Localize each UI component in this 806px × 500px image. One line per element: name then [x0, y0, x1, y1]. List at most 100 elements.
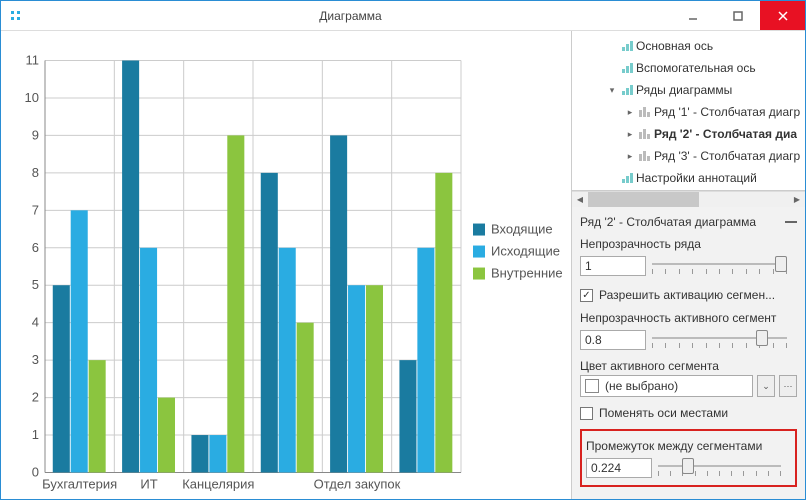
tree-view[interactable]: Основная ось Вспомогательная ось ▾ Ряды диа…	[572, 31, 805, 191]
series-opacity-input[interactable]: 1	[580, 256, 646, 276]
tree-twisty-icon[interactable]: ▸	[624, 129, 636, 140]
active-color-value: (не выбрано)	[605, 379, 678, 393]
active-opacity-label: Непрозрачность активного сегмент	[580, 311, 797, 325]
tree-twisty-icon[interactable]: ▸	[624, 151, 636, 162]
allow-activate-checkbox[interactable]: ✓ Разрешить активацию сегмен...	[580, 285, 797, 305]
tree-item-label: Ряд '1' - Столбчатая диагр	[654, 105, 800, 119]
prop-header[interactable]: Ряд '2' - Столбчатая диаграмма	[580, 213, 797, 231]
bar	[279, 248, 296, 473]
bar	[209, 435, 226, 472]
gap-label: Промежуток между сегментами	[586, 439, 791, 453]
active-opacity-input[interactable]: 0.8	[580, 330, 646, 350]
property-panel: Ряд '2' - Столбчатая диаграмма Непрозрач…	[572, 207, 805, 499]
tree-node-icon	[618, 172, 636, 184]
series-opacity-slider[interactable]	[652, 253, 797, 279]
scroll-left-icon[interactable]: ◀	[572, 192, 588, 207]
svg-text:3: 3	[32, 352, 39, 367]
svg-text:8: 8	[32, 165, 39, 180]
bar	[227, 135, 244, 472]
tree-item[interactable]: Вспомогательная ось	[572, 57, 805, 79]
tree-node-icon	[636, 150, 654, 162]
side-panel: Основная ось Вспомогательная ось ▾ Ряды диа…	[571, 31, 805, 499]
legend-swatch	[473, 224, 485, 236]
chart-area: 01234567891011БухгалтерияИТКанцелярияОтд…	[1, 31, 571, 499]
checkbox-unchecked-icon	[580, 407, 593, 420]
app-icon	[1, 10, 31, 22]
window-frame: Диаграмма 01234567891011БухгалтерияИТКан…	[0, 0, 806, 500]
tree-node-icon	[618, 62, 636, 74]
tree-item[interactable]: ▸ Ряд '3' - Столбчатая диагр	[572, 145, 805, 167]
prop-header-label: Ряд '2' - Столбчатая диаграмма	[580, 215, 756, 229]
active-opacity-slider[interactable]	[652, 327, 797, 353]
tree-item-label: Ряд '2' - Столбчатая диа	[654, 127, 797, 141]
svg-text:9: 9	[32, 127, 39, 142]
color-dropdown-button[interactable]: ⌄	[757, 375, 775, 397]
bar	[158, 398, 175, 473]
svg-text:4: 4	[32, 315, 39, 330]
window-title: Диаграмма	[31, 9, 670, 23]
active-color-label: Цвет активного сегмента	[580, 359, 797, 373]
minimize-button[interactable]	[670, 1, 715, 30]
swap-axes-checkbox[interactable]: Поменять оси местами	[580, 403, 797, 423]
bar	[71, 210, 88, 472]
tree-item[interactable]: Настройки аннотаций	[572, 167, 805, 189]
bar	[53, 285, 70, 472]
x-tick-label: ИТ	[140, 477, 157, 492]
tree-twisty-icon[interactable]: ▾	[606, 85, 618, 96]
tree-item[interactable]: ▾ Ряды диаграммы	[572, 79, 805, 101]
bar	[417, 248, 434, 473]
content: 01234567891011БухгалтерияИТКанцелярияОтд…	[1, 31, 805, 499]
tree-item-label: Ряд '3' - Столбчатая диагр	[654, 149, 800, 163]
color-swatch-icon	[585, 379, 599, 393]
tree-item-label: Ряды диаграммы	[636, 83, 732, 97]
maximize-button[interactable]	[715, 1, 760, 30]
gap-slider[interactable]	[658, 455, 791, 481]
svg-text:7: 7	[32, 202, 39, 217]
tree-item-label: Вспомогательная ось	[636, 61, 756, 75]
gap-highlight: Промежуток между сегментами 0.224	[580, 429, 797, 487]
x-tick-label: Бухгалтерия	[42, 477, 117, 492]
tree-twisty-icon[interactable]: ▸	[624, 107, 636, 118]
bar	[399, 360, 416, 472]
chart: 01234567891011БухгалтерияИТКанцелярияОтд…	[1, 41, 571, 499]
checkbox-checked-icon: ✓	[580, 289, 593, 302]
tree-node-icon	[636, 106, 654, 118]
svg-text:1: 1	[32, 427, 39, 442]
tree-item-label: Основная ось	[636, 39, 713, 53]
tree-item[interactable]: Основная ось	[572, 35, 805, 57]
allow-activate-label: Разрешить активацию сегмен...	[599, 288, 775, 302]
close-button[interactable]	[760, 1, 805, 30]
tree-scrollbar[interactable]: ◀ ▶	[572, 191, 805, 207]
tree-node-icon	[636, 128, 654, 140]
collapse-icon[interactable]	[785, 221, 797, 223]
svg-text:11: 11	[26, 53, 40, 68]
tree-item[interactable]: ▸ Ряд '1' - Столбчатая диагр	[572, 101, 805, 123]
bar	[140, 248, 157, 473]
bar	[89, 360, 106, 472]
legend-swatch	[473, 268, 485, 280]
svg-text:6: 6	[32, 240, 39, 255]
scroll-right-icon[interactable]: ▶	[789, 192, 805, 207]
svg-text:2: 2	[32, 390, 39, 405]
bar	[261, 173, 278, 473]
tree-node-icon	[618, 84, 636, 96]
tree-node-icon	[618, 40, 636, 52]
series-opacity-label: Непрозрачность ряда	[580, 237, 797, 251]
tree-item[interactable]: ▸ Ряд '2' - Столбчатая диа	[572, 123, 805, 145]
svg-text:5: 5	[32, 277, 39, 292]
bar	[435, 173, 452, 473]
svg-text:0: 0	[32, 465, 39, 480]
window-buttons	[670, 1, 805, 30]
bar	[348, 285, 365, 472]
x-tick-label: Канцелярия	[182, 477, 254, 492]
tree-item-label: Настройки аннотаций	[636, 171, 757, 185]
gap-input[interactable]: 0.224	[586, 458, 652, 478]
bar	[297, 323, 314, 473]
color-popup-button[interactable]: ⋯	[779, 375, 797, 397]
x-tick-label: Отдел закупок	[314, 477, 401, 492]
titlebar: Диаграмма	[1, 1, 805, 31]
legend-label: Входящие	[491, 222, 553, 237]
swap-axes-label: Поменять оси местами	[599, 406, 728, 420]
bar	[122, 61, 139, 473]
active-color-picker[interactable]: (не выбрано)	[580, 375, 753, 397]
